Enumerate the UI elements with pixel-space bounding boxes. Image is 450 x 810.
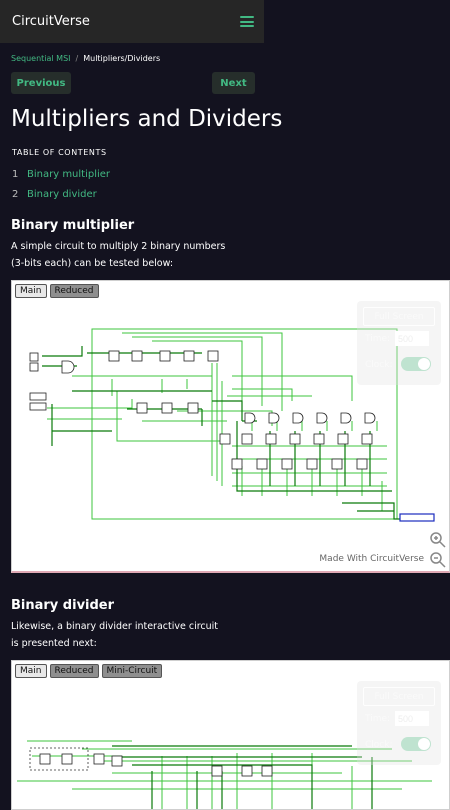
time-input[interactable]: [395, 331, 429, 346]
toc-number: 1: [12, 168, 19, 180]
toc-item: 2 Binary divider: [12, 184, 110, 204]
section-heading-binary-divider: Binary divider: [11, 598, 115, 613]
tab-main[interactable]: Main: [15, 284, 47, 298]
toc-number: 2: [12, 188, 19, 200]
table-of-contents: 1 Binary multiplier 2 Binary divider: [12, 164, 110, 204]
time-input[interactable]: [395, 711, 429, 726]
tab-mini-circuit[interactable]: Mini-Circuit: [101, 664, 163, 678]
previous-button[interactable]: Previous: [11, 72, 71, 94]
zoom-out-icon[interactable]: [429, 551, 447, 569]
breadcrumb-separator: /: [75, 54, 79, 63]
tab-reduced[interactable]: Reduced: [49, 664, 99, 678]
made-with-circuitverse[interactable]: Made With CircuitVerse: [319, 554, 424, 564]
simulation-controls: Full Screen Time: Clock:: [357, 681, 441, 765]
top-navbar: CircuitVerse: [0, 0, 264, 43]
full-screen-button[interactable]: Full Screen: [363, 307, 435, 326]
clock-label: Clock:: [365, 360, 393, 370]
tab-reduced[interactable]: Reduced: [49, 284, 99, 298]
simulation-controls: Full Screen Time: Clock:: [357, 301, 441, 385]
tab-main[interactable]: Main: [15, 664, 47, 678]
menu-icon[interactable]: [240, 16, 254, 27]
toc-item: 1 Binary multiplier: [12, 164, 110, 184]
breadcrumb-current: Multipliers/Dividers: [83, 54, 161, 63]
clock-toggle[interactable]: [401, 357, 431, 371]
time-label: Time:: [365, 714, 391, 724]
section-text-binary-multiplier: A simple circuit to multiply 2 binary nu…: [11, 241, 226, 269]
toc-link-binary-multiplier[interactable]: Binary multiplier: [27, 169, 110, 180]
full-screen-button[interactable]: Full Screen: [363, 687, 435, 706]
circuit-embed-multiplier[interactable]: Main Reduced Full Screen Time: Clock:: [11, 280, 450, 573]
clock-label: Clock:: [365, 740, 393, 750]
circuit-embed-divider[interactable]: Main Reduced Mini-Circuit Full Screen Ti…: [11, 660, 450, 810]
clock-toggle[interactable]: [401, 737, 431, 751]
toc-link-binary-divider[interactable]: Binary divider: [27, 189, 97, 200]
toc-title: TABLE OF CONTENTS: [12, 148, 107, 157]
section-heading-binary-multiplier: Binary multiplier: [11, 218, 135, 233]
time-label: Time:: [365, 334, 391, 344]
zoom-in-icon[interactable]: [429, 531, 447, 549]
page-title: Multipliers and Dividers: [11, 106, 283, 132]
next-button[interactable]: Next: [212, 72, 255, 94]
brand-logo[interactable]: CircuitVerse: [12, 14, 90, 29]
circuit-tabs: Main Reduced Mini-Circuit: [15, 664, 163, 678]
breadcrumb-sequential-msi[interactable]: Sequential MSI: [11, 54, 71, 63]
section-text-binary-divider: Likewise, a binary divider interactive c…: [11, 621, 219, 649]
breadcrumb: Sequential MSI / Multipliers/Dividers: [11, 54, 160, 63]
circuit-tabs: Main Reduced: [15, 284, 99, 298]
